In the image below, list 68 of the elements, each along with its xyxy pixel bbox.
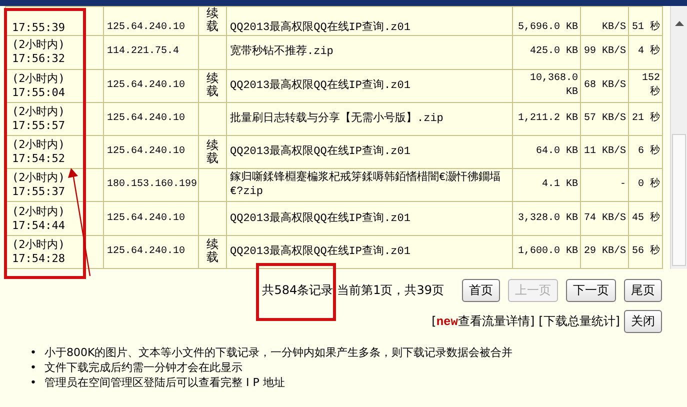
duration-cell: 0 秒: [628, 168, 662, 202]
duration-cell: 51 秒: [628, 6, 662, 36]
size-cell: 64.0 KB: [512, 135, 580, 169]
bullet: •: [30, 375, 36, 390]
duration-cell: 152 秒: [628, 69, 662, 102]
duration-cell: 21 秒: [628, 102, 662, 136]
speed-cell: 29 KB/S: [580, 235, 628, 268]
ip-cell: 114.221.75.4: [104, 36, 198, 70]
page-button[interactable]: 尾页: [624, 279, 662, 302]
resume-label: 续载: [206, 238, 218, 265]
size-cell: 425.0 KB: [512, 36, 580, 70]
speed-cell: KB/S: [580, 6, 628, 36]
scroll-thumb[interactable]: [672, 134, 686, 266]
page-info: 当前第1页，共39页: [337, 282, 444, 299]
bullet: •: [30, 345, 36, 360]
file-name-cell: 鎵归噺鍒锋棩蹇楄浆杞戒笌鍒嗕韩銆愭棤闇€灏忓彿鐗堛€?zip: [226, 168, 512, 202]
speed-cell: -: [580, 168, 628, 202]
file-name-cell: QQ2013最高权限QQ在线IP查询.z01: [226, 202, 512, 236]
ip-cell: 125.64.240.10: [104, 202, 198, 236]
ip-cell: 125.64.240.10: [104, 102, 198, 136]
resume-label: 续载: [206, 7, 218, 34]
duration-cell: 45 秒: [628, 202, 662, 236]
size-cell: 10,368.0 KB: [512, 69, 580, 102]
record-count: 共584条记录: [262, 282, 334, 299]
ip-cell: 125.64.240.10: [104, 69, 198, 102]
speed-cell: 57 KB/S: [580, 102, 628, 136]
ip-cell: 180.153.160.199: [104, 168, 198, 202]
speed-cell: 99 KB/S: [580, 36, 628, 70]
resume-label: 续载: [206, 72, 218, 98]
size-cell: 1,600.0 KB: [512, 235, 580, 268]
time-cell: (2小时内) 17:54:44: [6, 202, 104, 236]
duration-cell: 4 秒: [628, 36, 662, 70]
speed-cell: 74 KB/S: [580, 202, 628, 236]
duration-cell: 56 秒: [628, 235, 662, 268]
duration-cell: 6 秒: [628, 135, 662, 169]
file-name-cell: QQ2013最高权限QQ在线IP查询.z01: [226, 69, 512, 102]
file-name-cell: 批量刷日志转载与分享【无需小号版】.zip: [226, 102, 512, 136]
page-button[interactable]: 下一页: [566, 279, 616, 302]
time-cell: (2小时内) 17:55:57: [6, 102, 104, 136]
ip-cell: 125.64.240.10: [104, 6, 198, 36]
file-name-cell: 宽带秒钻不推荐.zip: [226, 36, 512, 70]
file-name-cell: QQ2013最高权限QQ在线IP查询.z01: [226, 135, 512, 169]
page-button[interactable]: 首页: [462, 279, 500, 302]
size-cell: 3,328.0 KB: [512, 202, 580, 236]
resume-label: 续载: [206, 138, 218, 165]
close-button[interactable]: 关闭: [624, 310, 662, 333]
time-cell: 17:55:39: [6, 6, 104, 36]
size-cell: 1,211.2 KB: [512, 102, 580, 136]
scroll-up-icon[interactable]: [675, 20, 684, 26]
note-text: 小于800K的图片、文本等小文件的下载记录，一分钟内如果产生多条，则下载记录数据会被合并: [44, 345, 513, 360]
time-cell: (2小时内) 17:55:04: [6, 69, 104, 102]
bullet: •: [30, 360, 36, 375]
time-cell: (2小时内) 17:56:32: [6, 36, 104, 70]
time-cell: (2小时内) 17:54:28: [6, 235, 104, 268]
note-text: 文件下载完成后约需一分钟才会在此显示: [44, 360, 242, 375]
size-cell: 5,696.0 KB: [512, 6, 580, 36]
ip-cell: 125.64.240.10: [104, 135, 198, 169]
note-text: 管理员在空间管理区登陆后可以查看完整 I P 地址: [44, 375, 285, 390]
ip-cell: 125.64.240.10: [104, 235, 198, 268]
size-cell: 4.1 KB: [512, 168, 580, 202]
scrollbar[interactable]: [670, 6, 687, 269]
link[interactable]: [下载总量统计]: [538, 313, 620, 330]
time-cell: (2小时内) 17:54:52: [6, 135, 104, 169]
link[interactable]: [new查看流量详情]: [432, 313, 535, 330]
speed-cell: 68 KB/S: [580, 69, 628, 102]
speed-cell: 11 KB/S: [580, 135, 628, 169]
file-name-cell: QQ2013最高权限QQ在线IP查询.z01: [226, 235, 512, 268]
file-name-cell: QQ2013最高权限QQ在线IP查询.z01: [226, 6, 512, 36]
